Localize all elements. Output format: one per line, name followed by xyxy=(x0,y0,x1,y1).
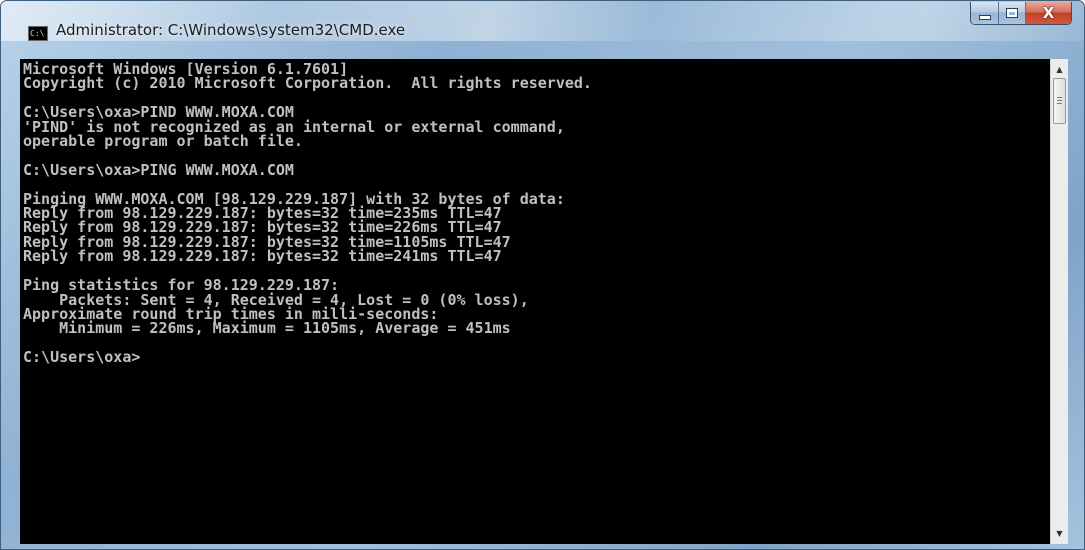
scroll-down-button[interactable]: ▼ xyxy=(1051,525,1068,542)
grip-line xyxy=(1057,103,1062,104)
cmd-app-icon[interactable]: C:\ xyxy=(28,26,48,41)
grip-line xyxy=(1057,100,1062,101)
scroll-up-button[interactable]: ▲ xyxy=(1051,61,1068,78)
minimize-button[interactable] xyxy=(971,2,999,24)
caption-buttons: X xyxy=(970,2,1072,25)
scroll-thumb[interactable] xyxy=(1053,78,1066,124)
maximize-icon xyxy=(1006,8,1018,18)
vertical-scrollbar[interactable]: ▲ ▼ xyxy=(1050,59,1068,544)
close-icon: X xyxy=(1042,4,1055,22)
triangle-down-icon: ▼ xyxy=(1056,529,1063,538)
close-button[interactable]: X xyxy=(1026,2,1071,24)
minimize-icon xyxy=(978,14,991,20)
title-bar[interactable]: C:\ Administrator: C:\Windows\system32\C… xyxy=(1,1,1084,41)
maximize-button[interactable] xyxy=(999,2,1026,24)
console-output[interactable]: Microsoft Windows [Version 6.1.7601] Cop… xyxy=(23,62,592,365)
console-area[interactable]: Microsoft Windows [Version 6.1.7601] Cop… xyxy=(20,59,1068,544)
triangle-up-icon: ▲ xyxy=(1056,65,1063,74)
cmd-window: C:\ Administrator: C:\Windows\system32\C… xyxy=(0,0,1085,550)
grip-line xyxy=(1057,97,1062,98)
window-title: Administrator: C:\Windows\system32\CMD.e… xyxy=(56,21,406,39)
